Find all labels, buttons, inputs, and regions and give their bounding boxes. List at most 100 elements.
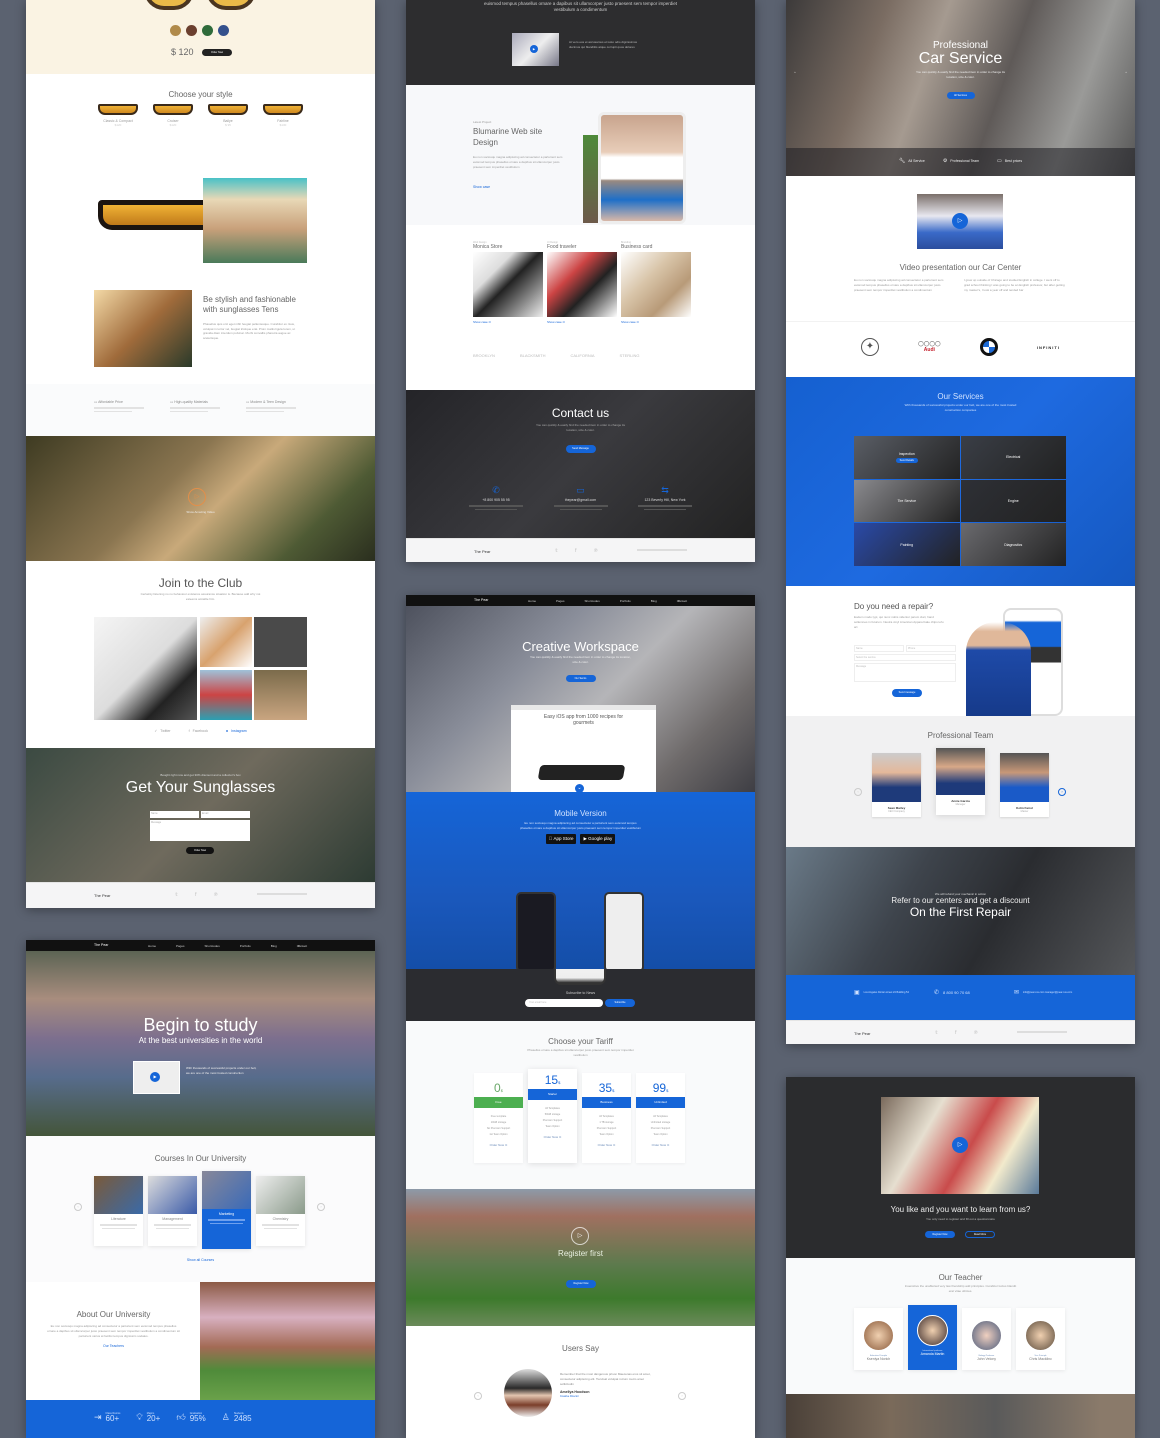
gallery-photo-2[interactable] — [200, 617, 252, 667]
show-case-link[interactable]: Show case ⊙ — [547, 320, 617, 324]
repair-message-input[interactable]: Message — [854, 663, 956, 682]
nav-item-home[interactable]: Home — [148, 944, 156, 948]
order-now-link[interactable]: Order Now ⊙ — [474, 1143, 523, 1147]
service-tile[interactable]: Electrical — [960, 436, 1066, 479]
gallery-photo-3[interactable] — [254, 617, 307, 667]
pricing-card[interactable]: 15$ Starter All Templates 50GB storage Premi… — [528, 1069, 577, 1163]
service-tile[interactable]: Engine — [960, 479, 1066, 523]
repair-name-input[interactable]: Name — [854, 645, 904, 652]
project-card[interactable]: Web Design Monica Store Show case ⊙ — [473, 241, 543, 324]
team-card[interactable]: Sean Marley CEO Company — [872, 753, 921, 817]
play-icon[interactable]: ▷ — [952, 1137, 968, 1153]
teacher-card[interactable]: Vice Principle Chris Macklinc — [1016, 1308, 1065, 1370]
nav-logo[interactable]: The Pear — [474, 598, 488, 602]
register-now-button[interactable]: Register Now — [925, 1231, 955, 1238]
team-prev[interactable]: ‹ — [854, 788, 862, 796]
hero-button[interactable]: Our Servis — [565, 675, 596, 682]
show-case-link[interactable]: Show case ⊙ — [621, 320, 691, 324]
cta-order-button[interactable]: Order Now — [186, 847, 214, 854]
team-card[interactable]: Kolin Farrel Master — [1000, 753, 1049, 817]
social-link-twitter[interactable]: ✓ Twitter — [154, 729, 170, 733]
style-item[interactable]: Fairline $130 — [262, 104, 304, 127]
message-field[interactable]: Message — [150, 820, 250, 841]
show-case-link[interactable]: Show case ⊙ — [473, 320, 543, 324]
scroll-down-icon[interactable]: ⌄ — [574, 783, 585, 792]
app-store-button[interactable]:  App Store — [545, 834, 577, 844]
order-now-link[interactable]: Order Now ⊙ — [636, 1143, 685, 1147]
nav-item-blog[interactable]: Blog — [651, 599, 657, 603]
our-teachers-link[interactable]: Our Teachers — [46, 1344, 181, 1348]
nav-item-portfolio[interactable]: Portfolio — [240, 944, 251, 948]
nav-item-portfolio[interactable]: Portfolio — [620, 599, 631, 603]
course-card[interactable]: Management — [148, 1176, 197, 1246]
footer-social-icons[interactable]: 𝕥 f ℗ — [26, 892, 375, 898]
contact-value[interactable]: +8 800 905 55 95 — [461, 498, 531, 502]
carousel-prev[interactable]: ‹ — [74, 1203, 82, 1211]
intro-video-thumb[interactable]: ▶ — [512, 33, 559, 66]
service-tile[interactable]: Tire Service — [854, 479, 960, 523]
color-swatch[interactable] — [186, 25, 197, 36]
slider-next[interactable]: ◦ — [1125, 70, 1127, 76]
service-details-button[interactable]: Send Details — [895, 457, 918, 463]
show-case-link[interactable]: Show case — [473, 185, 490, 189]
footer-social-icons[interactable]: 𝕥 f ℗ — [786, 1030, 1135, 1036]
play-icon[interactable]: ▷ — [952, 213, 968, 229]
play-icon[interactable]: ▶ — [150, 1072, 160, 1082]
subscribe-email-input[interactable]: Your email here — [525, 999, 603, 1007]
order-now-link[interactable]: Order Now ⊙ — [528, 1135, 577, 1139]
order-now-button[interactable]: Order Now — [202, 49, 232, 56]
pricing-card[interactable]: 99$ Unlimited All Templates Unlimited stora… — [636, 1073, 685, 1163]
contact-value[interactable]: Los Angeles Dorian street 24 Building 54 — [864, 991, 909, 995]
pricing-card[interactable]: 35$ Business All Templates 1 TB storage Prem… — [582, 1073, 631, 1163]
play-video-button[interactable]: ▷ — [571, 1227, 589, 1245]
email-field[interactable]: Email — [201, 811, 250, 818]
teacher-card[interactable]: Education Principle Kseniya Norich — [854, 1308, 903, 1370]
service-tile[interactable]: Diagnostics — [960, 523, 1066, 566]
nav-item-pages[interactable]: Pages — [176, 944, 185, 948]
course-card[interactable]: Literature — [94, 1176, 143, 1246]
name-field[interactable]: Name — [150, 811, 199, 818]
show-all-courses-link[interactable]: Show all Courses — [26, 1258, 375, 1262]
testimonial-next[interactable]: › — [678, 1392, 686, 1400]
gallery-photo-4[interactable] — [200, 670, 252, 720]
teacher-card[interactable]: Biology Professor John Velony — [962, 1308, 1011, 1370]
nav-logo[interactable]: The Pear — [94, 943, 108, 947]
nav-item-pages[interactable]: Pages — [556, 599, 565, 603]
project-card[interactable]: Branding Business card Show case ⊙ — [621, 241, 691, 324]
contact-value[interactable]: 123 Beverly Hill, New York — [630, 498, 700, 502]
nav-item-home[interactable]: Home — [528, 599, 536, 603]
nav-item-shortcodes[interactable]: Shortcodes — [205, 944, 220, 948]
contact-value[interactable]: info@pear-rus.com manager@pear-rus.com — [1023, 991, 1072, 995]
pricing-card[interactable]: 0$ Free Free template 10GB storage No Premiu… — [474, 1073, 523, 1163]
play-icon[interactable]: ▶ — [530, 45, 538, 53]
video-thumbnail[interactable]: ▷ — [917, 194, 1003, 249]
color-swatch[interactable] — [218, 25, 229, 36]
nav-item-shortcodes[interactable]: Shortcodes — [585, 599, 600, 603]
style-item[interactable]: Cruiser $120 — [152, 104, 194, 127]
order-now-link[interactable]: Order Now ⊙ — [582, 1143, 631, 1147]
google-play-button[interactable]: ▶ Google play — [580, 834, 616, 844]
nav-item-blog[interactable]: Blog — [271, 944, 277, 948]
hero-video-thumb[interactable]: ▶ — [133, 1061, 180, 1094]
gallery-photo-1[interactable] — [94, 617, 197, 720]
course-card[interactable]: Marketing — [202, 1171, 251, 1249]
social-link-instagram[interactable]: ◘ Instagram — [226, 729, 247, 733]
color-swatch[interactable] — [202, 25, 213, 36]
play-video-button[interactable]: ▷ — [188, 488, 206, 506]
course-card[interactable]: Chemistry — [256, 1176, 305, 1246]
style-item[interactable]: Classic & Compact $120 — [97, 104, 139, 127]
teacher-card[interactable]: International professor Amanda Martin — [908, 1305, 957, 1370]
footer-social-icons[interactable]: 𝕥 f ℗ — [406, 548, 755, 554]
school-video-thumb[interactable]: ▷ — [881, 1097, 1039, 1194]
social-link-facebook[interactable]: f Facebook — [189, 729, 208, 733]
read-more-button[interactable]: Read More — [965, 1231, 995, 1238]
subscribe-button[interactable]: Subscribe — [605, 999, 635, 1007]
send-message-button[interactable]: Send Message — [565, 445, 596, 453]
gallery-photo-5[interactable] — [254, 670, 307, 720]
register-button[interactable]: Register Now — [566, 1280, 596, 1288]
contact-value[interactable]: 8 800 90 70 68 — [943, 990, 970, 995]
search-icon[interactable]: ⌕ — [298, 943, 300, 948]
all-services-button[interactable]: All Services — [946, 92, 975, 99]
repair-phone-input[interactable]: Phone — [906, 645, 956, 652]
service-tile[interactable]: Painting — [854, 523, 960, 566]
